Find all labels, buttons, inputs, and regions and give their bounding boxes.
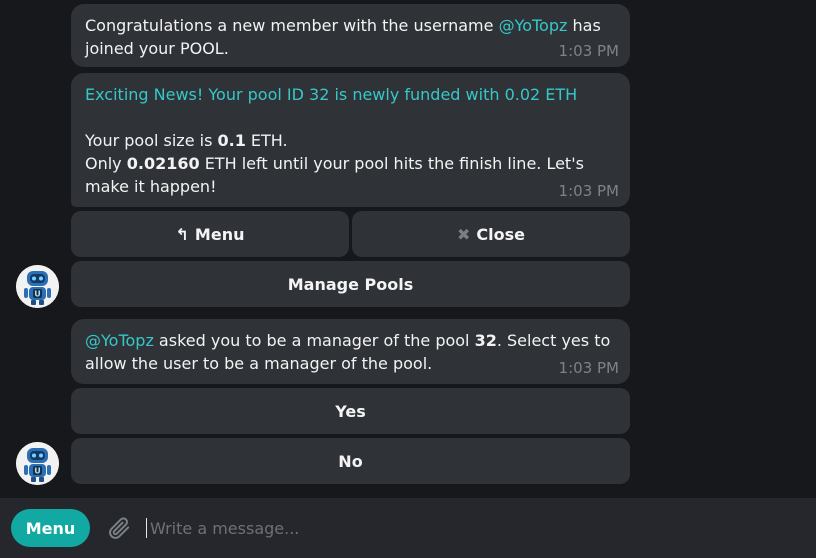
robot-avatar-icon[interactable]: U [16,442,59,485]
bot-menu-button[interactable]: Menu [11,509,90,547]
message-composer: Menu [0,498,816,558]
message-input-wrapper [146,513,746,543]
message-time: 1:03 PM [558,182,619,200]
message-input[interactable] [150,518,710,538]
pool-remaining-line: Only 0.02160 ETH left until your pool hi… [85,154,584,196]
message-bubble-new-member: Congratulations a new member with the us… [71,4,630,67]
message-text: Congratulations a new member with the us… [85,16,499,35]
robot-avatar-icon[interactable]: U [16,265,59,308]
paperclip-icon[interactable] [104,513,134,543]
menu-button[interactable]: ↰ Menu [71,211,349,257]
return-arrow-icon: ↰ [175,224,189,244]
manage-pools-label: Manage Pools [287,274,414,294]
pool-remaining-value: 0.02160 [126,154,200,173]
pool-size-line: Your pool size is 0.1 ETH. [85,131,288,150]
pool-id: 32 [474,331,497,350]
username-mention[interactable]: @YoTopz [499,16,568,35]
yes-button[interactable]: Yes [71,388,630,434]
no-button[interactable]: No [71,438,630,484]
chat-history: Congratulations a new member with the us… [0,0,816,498]
svg-text:U: U [34,290,41,299]
message-bubble-manager-request: @YoTopz asked you to be a manager of the… [71,319,630,384]
message-time: 1:03 PM [558,359,619,377]
pool-size-value: 0.1 [217,131,246,150]
close-button[interactable]: ✖ Close [352,211,630,257]
close-icon: ✖ [457,224,471,244]
message-time: 1:03 PM [558,42,619,60]
no-button-label: No [338,451,363,471]
message-bubble-pool-funded: Exciting News! Your pool ID 32 is newly … [71,73,630,207]
menu-button-label: Menu [194,224,245,244]
username-mention[interactable]: @YoTopz [85,331,154,350]
funding-headline: Exciting News! Your pool ID 32 is newly … [85,85,578,104]
svg-text:U: U [34,467,41,476]
yes-button-label: Yes [335,401,366,421]
text-caret [146,518,147,538]
manage-pools-button[interactable]: Manage Pools [71,261,630,307]
close-button-label: Close [476,224,525,244]
